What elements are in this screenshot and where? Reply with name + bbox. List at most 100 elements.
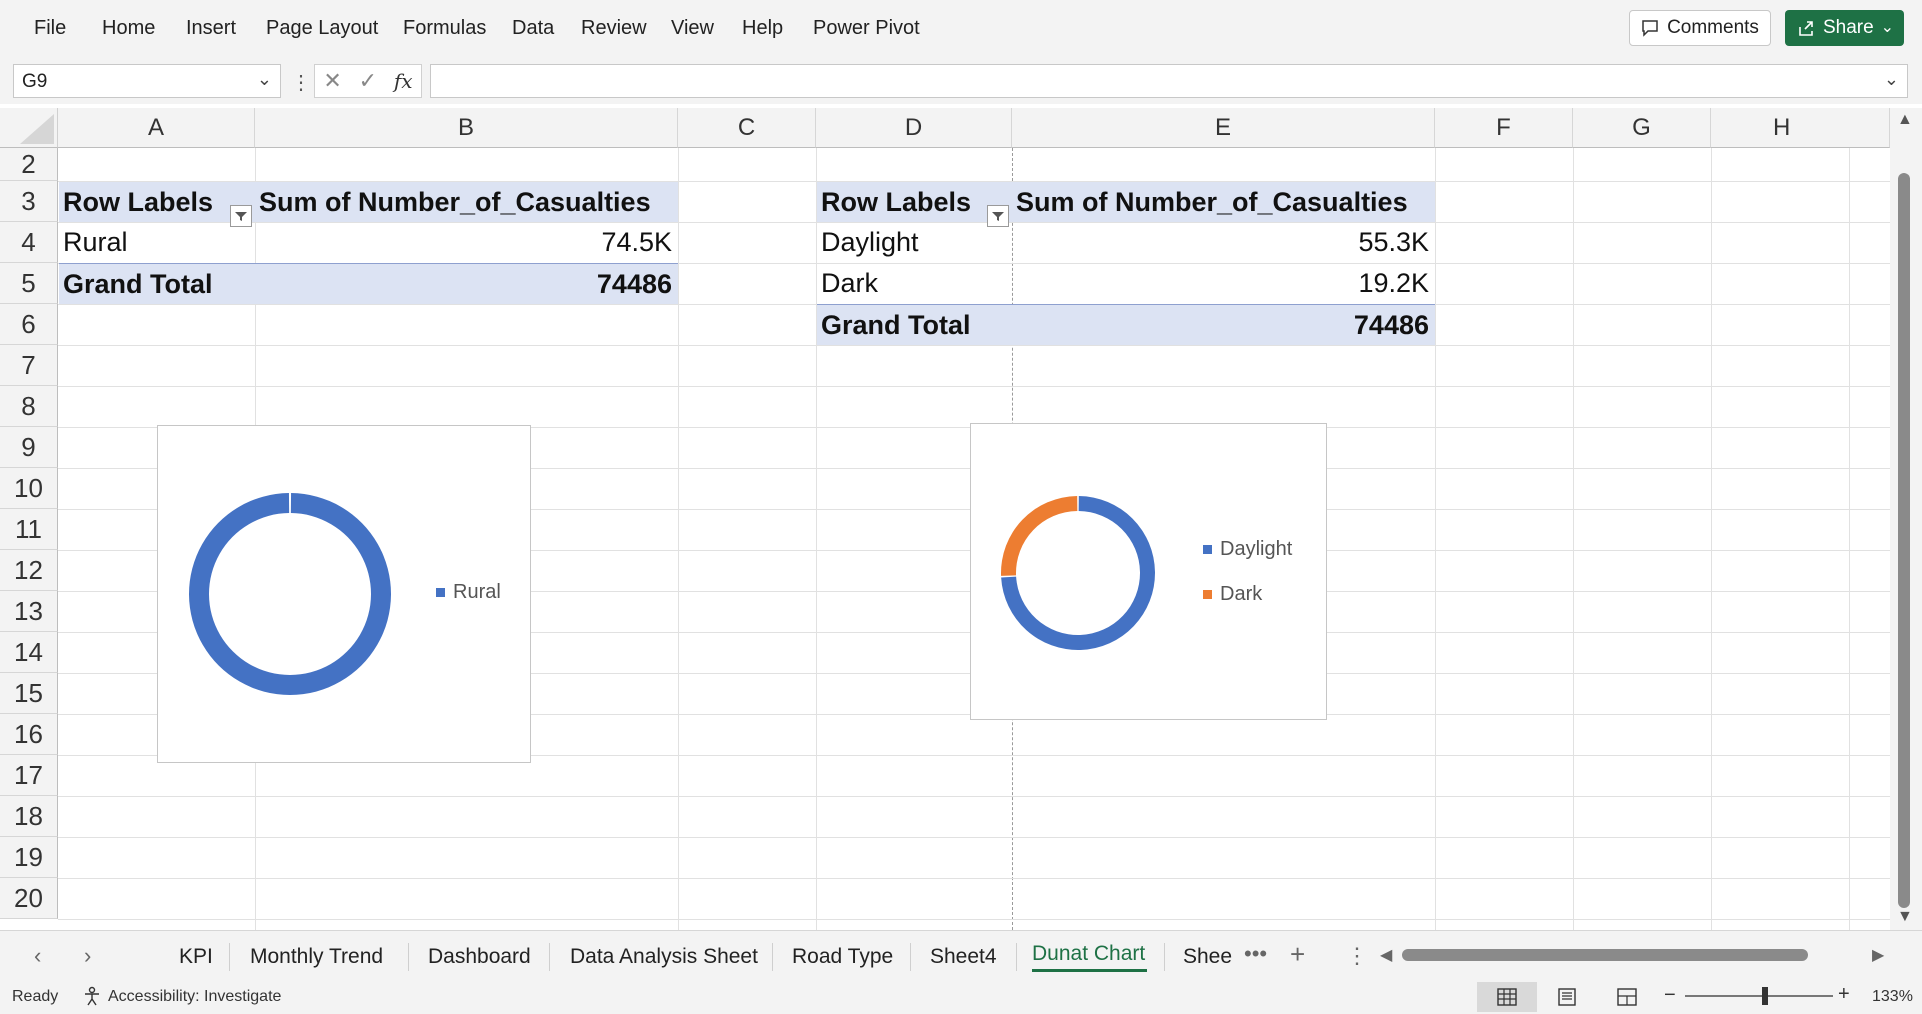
menu-review[interactable]: Review [581,17,647,40]
pivot-right-row-value[interactable]: 19.2K [1012,263,1435,304]
insert-function-icon[interactable]: fx [394,69,413,93]
column-header-d[interactable]: D [816,108,1012,148]
menu-page-layout[interactable]: Page Layout [266,17,378,40]
menu-data[interactable]: Data [512,17,554,40]
row-header-12[interactable]: 12 [0,550,58,591]
menu-formulas[interactable]: Formulas [403,17,486,40]
row-header-5[interactable]: 5 [0,263,58,304]
menu-power-pivot[interactable]: Power Pivot [813,17,920,40]
row-header-18[interactable]: 18 [0,796,58,837]
scroll-right-icon[interactable]: ▶ [1872,945,1884,965]
tab-sheet4[interactable]: Sheet4 [930,945,997,969]
chevron-down-icon[interactable]: ⌄ [1881,17,1894,37]
name-box[interactable]: G9 ⌄ [13,64,281,98]
column-header-f[interactable]: F [1435,108,1573,148]
column-header-e[interactable]: E [1012,108,1435,148]
cancel-icon[interactable]: ✕ [323,68,341,94]
page-layout-view-button[interactable] [1537,982,1597,1012]
doughnut-slice-dark[interactable] [1001,496,1078,576]
scroll-left-icon[interactable]: ◀ [1380,945,1392,965]
page-break-view-button[interactable] [1597,982,1657,1012]
pivot-left-total-value[interactable]: 74486 [255,263,678,304]
tab-dashboard[interactable]: Dashboard [428,945,531,969]
share-button[interactable]: Share ⌄ [1785,10,1904,46]
row-header-17[interactable]: 17 [0,755,58,796]
menu-view[interactable]: View [671,17,714,40]
pivot-right-header-sum[interactable]: Sum of Number_of_Casualties [1012,182,1435,222]
pivot-left-row-label[interactable]: Rural [59,222,255,263]
tab-sheet-truncated[interactable]: Shee [1183,945,1232,969]
horizontal-scrollbar-thumb[interactable] [1402,949,1808,961]
pivot-right-row-label[interactable]: Daylight [817,222,1012,263]
row-header-9[interactable]: 9 [0,427,58,468]
scrollbar-thumb[interactable] [1898,173,1910,908]
row-header-7[interactable]: 7 [0,345,58,386]
row-header-10[interactable]: 10 [0,468,58,509]
worksheet-grid[interactable]: A B C D E F G H 2 3 4 5 6 7 8 9 10 11 12… [0,108,1922,930]
chevron-right-icon[interactable]: › [84,943,91,969]
doughnut-slice-rural[interactable] [189,493,391,695]
zoom-out-icon[interactable]: − [1664,984,1676,1007]
accessibility-status[interactable]: Accessibility: Investigate [108,988,281,1006]
pivot-right-header-row-labels[interactable]: Row Labels [817,182,1012,222]
chevron-down-icon[interactable]: ⌄ [257,69,272,90]
column-header-c[interactable]: C [678,108,816,148]
legend-item[interactable]: Dark [1203,583,1262,606]
column-header-b[interactable]: B [255,108,678,148]
legend-item[interactable]: Daylight [1203,538,1292,561]
more-options-icon[interactable]: ⋮ [291,70,311,95]
doughnut-chart-light-condition[interactable]: Daylight Dark [970,423,1327,720]
doughnut-chart-area-type[interactable]: Rural [157,425,531,763]
row-header-14[interactable]: 14 [0,632,58,673]
row-header-8[interactable]: 8 [0,386,58,427]
expand-formula-bar-icon[interactable]: ⌄ [1884,69,1899,90]
column-header-a[interactable]: A [58,108,255,148]
row-header-2[interactable]: 2 [0,148,58,181]
menu-home[interactable]: Home [102,17,155,40]
add-sheet-icon[interactable]: + [1290,939,1305,970]
row-header-6[interactable]: 6 [0,304,58,345]
row-header-13[interactable]: 13 [0,591,58,632]
menu-help[interactable]: Help [742,17,783,40]
select-all-corner[interactable] [0,108,58,148]
row-header-4[interactable]: 4 [0,222,58,263]
tab-data-analysis-sheet[interactable]: Data Analysis Sheet [570,945,758,969]
vertical-scrollbar[interactable]: ▲ ▼ [1890,108,1922,930]
menu-file[interactable]: File [34,17,66,40]
row-header-3[interactable]: 3 [0,181,58,222]
row-header-20[interactable]: 20 [0,878,58,919]
pivot-left-header-sum[interactable]: Sum of Number_of_Casualties [255,182,678,222]
row-header-19[interactable]: 19 [0,837,58,878]
formula-input[interactable]: ⌄ [430,64,1908,98]
more-sheets-icon[interactable]: ••• [1244,941,1267,967]
accessibility-icon[interactable] [82,986,102,1006]
tab-kpi[interactable]: KPI [179,945,213,969]
tab-road-type[interactable]: Road Type [792,945,893,969]
pivot-left-header-row-labels[interactable]: Row Labels [59,182,255,222]
legend-item[interactable]: Rural [436,581,501,604]
menu-insert[interactable]: Insert [186,17,236,40]
pivot-right-total-label[interactable]: Grand Total [817,304,1012,345]
zoom-slider[interactable] [1685,995,1833,997]
scroll-up-icon[interactable]: ▲ [1897,111,1913,129]
chevron-left-icon[interactable]: ‹ [34,943,41,969]
pivot-right-row-value[interactable]: 55.3K [1012,222,1435,263]
pivot-right-total-value[interactable]: 74486 [1012,304,1435,345]
scroll-down-icon[interactable]: ▼ [1897,908,1913,926]
column-header-h[interactable]: H [1711,108,1890,148]
row-header-16[interactable]: 16 [0,714,58,755]
row-header-11[interactable]: 11 [0,509,58,550]
tab-dunat-chart[interactable]: Dunat Chart [1032,942,1145,966]
comments-button[interactable]: Comments [1629,10,1771,46]
tab-monthly-trend[interactable]: Monthly Trend [250,945,383,969]
zoom-in-icon[interactable]: + [1838,983,1850,1006]
pivot-left-total-label[interactable]: Grand Total [59,263,255,304]
more-options-icon[interactable]: ⋮ [1346,943,1368,969]
pivot-left-row-value[interactable]: 74.5K [255,222,678,263]
zoom-slider-thumb[interactable] [1762,987,1768,1005]
row-header-15[interactable]: 15 [0,673,58,714]
pivot-right-row-label[interactable]: Dark [817,263,1012,304]
column-header-g[interactable]: G [1573,108,1711,148]
normal-view-button[interactable] [1477,982,1537,1012]
enter-icon[interactable]: ✓ [359,68,377,94]
